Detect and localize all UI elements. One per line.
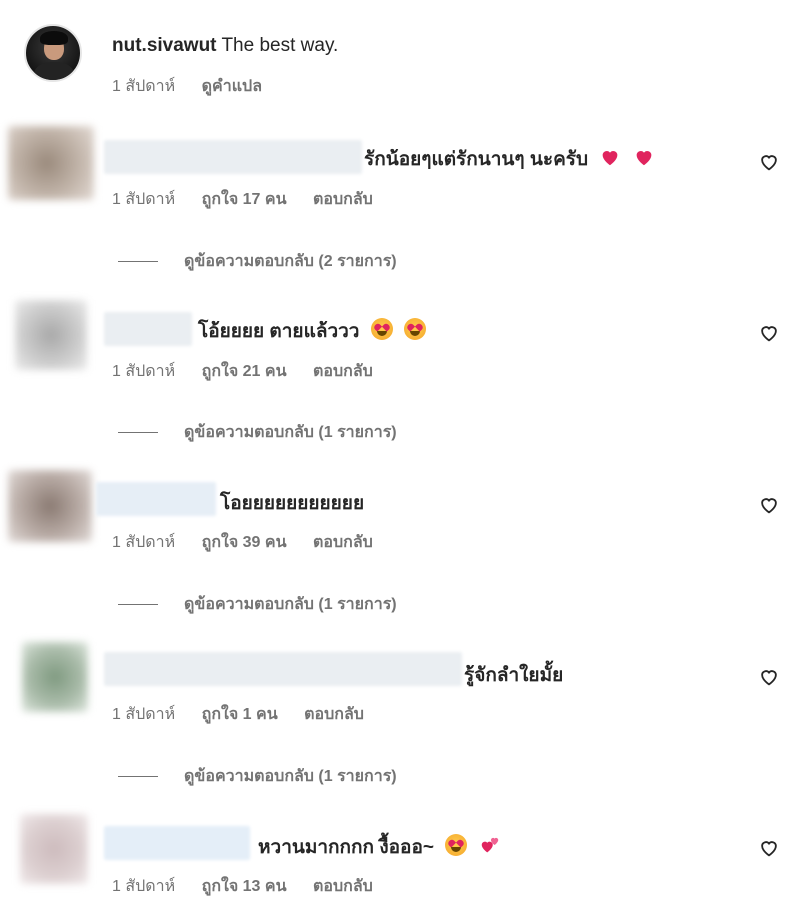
heart-like-icon[interactable] [758, 151, 780, 173]
comment-avatar[interactable] [8, 470, 92, 542]
post-author-avatar[interactable] [24, 24, 82, 82]
heart-like-icon[interactable] [758, 666, 780, 688]
comment-username-redacted[interactable] [96, 482, 216, 516]
reply-button[interactable]: ตอบกลับ [304, 706, 364, 723]
heart-eyes-emoji-icon [445, 834, 468, 856]
heart-eyes-emoji-icon [370, 318, 393, 340]
reply-button[interactable]: ตอบกลับ [313, 534, 373, 551]
comment-text: หวานมากกกก งื้อออ~ [258, 832, 501, 862]
comment-time: 1 สัปดาห์ [112, 534, 176, 551]
comment-likes[interactable]: ถูกใจ 13 คน [202, 878, 287, 895]
translate-link[interactable]: ดูคำแปล [202, 78, 262, 95]
heart-like-icon[interactable] [758, 322, 780, 344]
post-username[interactable]: nut.sivawut [112, 35, 217, 56]
two-hearts-icon [481, 837, 498, 853]
heart-eyes-emoji-icon [404, 318, 427, 340]
comment-meta: 1 สัปดาห์ ถูกใจ 13 คน ตอบกลับ [112, 874, 395, 899]
comment-likes[interactable]: ถูกใจ 17 คน [202, 191, 287, 208]
divider [118, 776, 158, 778]
comment-username-redacted[interactable] [104, 652, 462, 686]
comment-avatar[interactable] [8, 126, 94, 200]
post-caption: nut.sivawut The best way. [112, 35, 338, 57]
reply-button[interactable]: ตอบกลับ [313, 191, 373, 208]
divider [118, 261, 158, 263]
view-replies-link[interactable]: ดูข้อความตอบกลับ (2 รายการ) [118, 249, 397, 274]
view-replies-link[interactable]: ดูข้อความตอบกลับ (1 รายการ) [118, 420, 397, 445]
post-time: 1 สัปดาห์ [112, 78, 176, 95]
view-replies-link[interactable]: ดูข้อความตอบกลับ (1 รายการ) [118, 764, 397, 789]
comment-text: รู้จักลำใยมั้ย [464, 665, 564, 686]
comment-avatar[interactable] [15, 300, 87, 370]
comment-likes[interactable]: ถูกใจ 39 คน [202, 534, 287, 551]
comment-likes[interactable]: ถูกใจ 1 คน [202, 706, 278, 723]
comment-meta: 1 สัปดาห์ ถูกใจ 39 คน ตอบกลับ [112, 530, 395, 555]
comment-username-redacted[interactable] [104, 312, 192, 346]
view-replies-link[interactable]: ดูข้อความตอบกลับ (1 รายการ) [118, 592, 397, 617]
comment-text: โอ้ยยยย ตายแล้ววว [198, 316, 427, 346]
comment-time: 1 สัปดาห์ [112, 363, 176, 380]
reply-button[interactable]: ตอบกลับ [313, 363, 373, 380]
comment-time: 1 สัปดาห์ [112, 706, 176, 723]
heart-like-icon[interactable] [758, 494, 780, 516]
comment-meta: 1 สัปดาห์ ถูกใจ 1 คน ตอบกลับ [112, 702, 386, 727]
comment-likes[interactable]: ถูกใจ 21 คน [202, 363, 287, 380]
comment-text: โอยยยยยยยยยยย [220, 493, 365, 514]
comment-text: รักน้อยๆแต่รักนานๆ นะครับ [364, 144, 655, 174]
comment-time: 1 สัปดาห์ [112, 191, 176, 208]
comment-meta: 1 สัปดาห์ ถูกใจ 17 คน ตอบกลับ [112, 187, 395, 212]
comment-avatar[interactable] [20, 814, 88, 884]
post-caption-text: The best way. [221, 35, 339, 56]
reply-button[interactable]: ตอบกลับ [313, 878, 373, 895]
comment-username-redacted[interactable] [104, 826, 250, 860]
comment-username-redacted[interactable] [104, 140, 362, 174]
post-meta: 1 สัปดาห์ ดูคำแปล [112, 74, 284, 99]
red-heart-icon [602, 151, 618, 166]
divider [118, 604, 158, 606]
comment-time: 1 สัปดาห์ [112, 878, 176, 895]
red-heart-icon [636, 151, 651, 166]
comment-meta: 1 สัปดาห์ ถูกใจ 21 คน ตอบกลับ [112, 359, 395, 384]
heart-like-icon[interactable] [758, 837, 780, 859]
divider [118, 432, 158, 434]
comment-avatar[interactable] [22, 642, 88, 712]
